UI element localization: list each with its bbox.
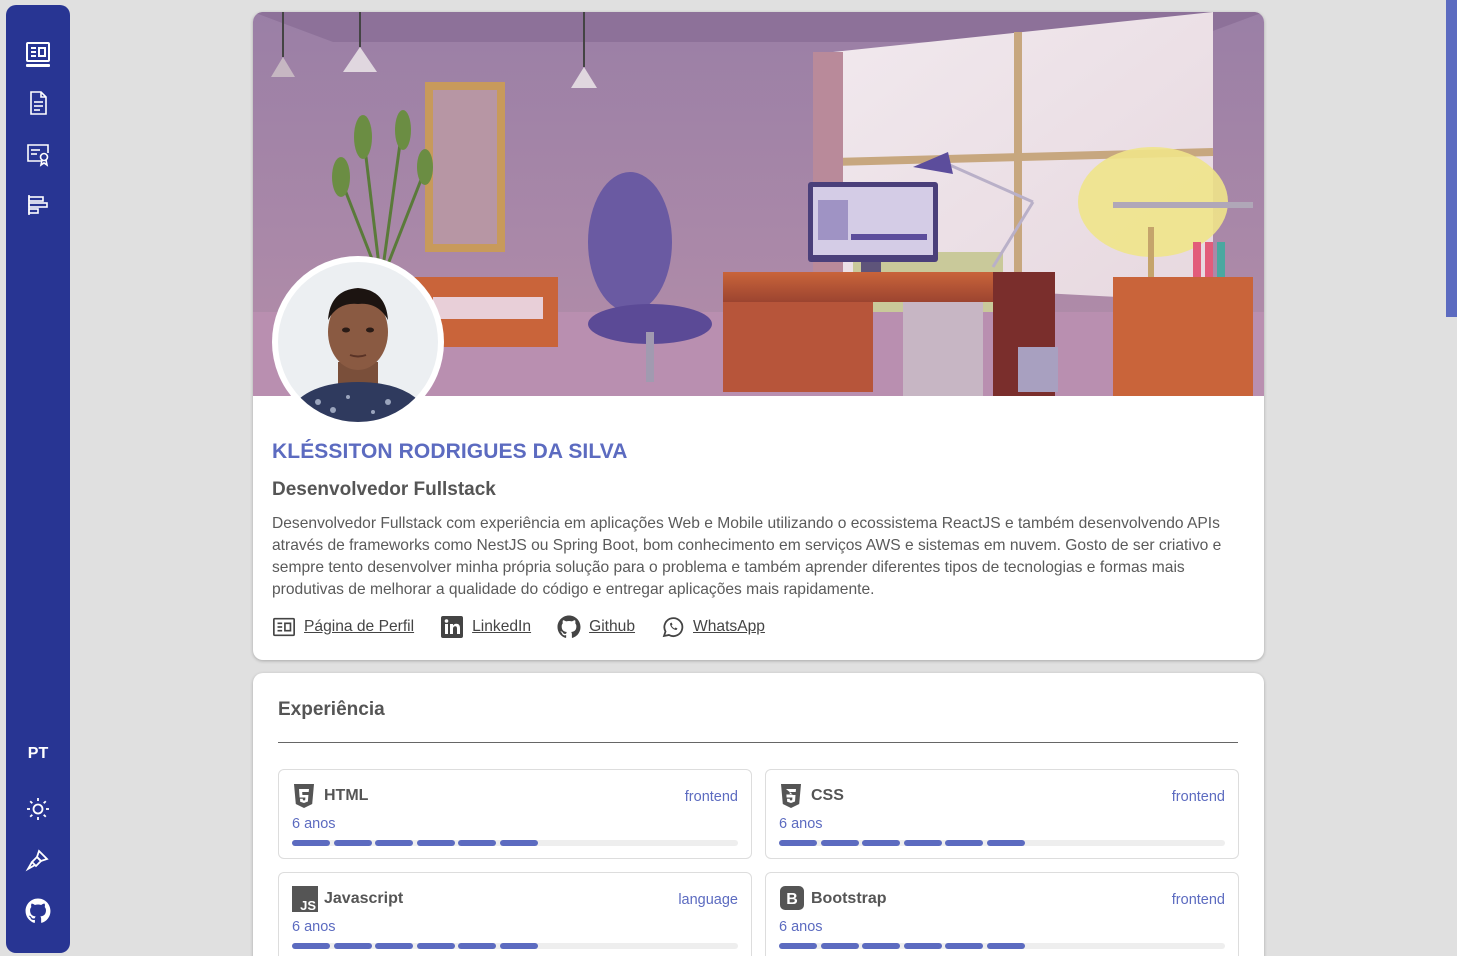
skill-level-segment: [333, 840, 372, 846]
sidebar-item-skills[interactable]: [6, 187, 70, 223]
svg-text:JS: JS: [300, 898, 316, 912]
skill-level-segment: [987, 943, 1025, 949]
skill-level-segment: [779, 840, 817, 846]
sidebar: PT: [6, 5, 70, 953]
experience-title: Experiência: [278, 699, 385, 720]
document-icon: [30, 91, 47, 115]
skill-level-segment: [500, 840, 538, 846]
skill-category: frontend: [1171, 789, 1225, 805]
github-link[interactable]: Github: [557, 615, 635, 639]
profile-page-link-label: Página de Perfil: [304, 618, 415, 635]
skill-level-bar: [779, 840, 1225, 846]
color-theme-button[interactable]: [6, 842, 70, 878]
sidebar-item-resume[interactable]: [6, 85, 70, 121]
skill-level-segment: [333, 943, 372, 949]
profile-card-icon: [273, 617, 295, 637]
page-scrollbar[interactable]: [1446, 0, 1457, 956]
github-icon: [557, 615, 581, 638]
javascript-icon: JS: [292, 886, 318, 912]
scrollbar-thumb[interactable]: [1446, 0, 1457, 317]
skill-level-segment: [945, 840, 984, 846]
skill-name: Javascript: [324, 890, 404, 907]
skill-level-segment: [375, 840, 414, 846]
skill-card-bootstrap[interactable]: B Bootstrap frontend 6 anos: [765, 872, 1239, 956]
profile-name: KLÉSSITON RODRIGUES DA SILVA: [272, 440, 628, 463]
active-indicator: [26, 64, 50, 67]
github-repo-button[interactable]: [6, 893, 70, 929]
bar-chart-icon: [28, 195, 48, 215]
profile-bio: Desenvolvedor Fullstack com experiência …: [272, 515, 1222, 598]
skill-level-segment: [500, 943, 538, 949]
sun-icon: [27, 798, 49, 820]
profile-role: Desenvolvedor Fullstack: [272, 479, 496, 500]
skill-level-segment: [375, 943, 414, 949]
skill-level-segment: [820, 943, 859, 949]
skill-level-segment: [779, 943, 817, 949]
css3-icon: [781, 784, 801, 808]
skill-category: frontend: [1171, 892, 1225, 908]
skill-level-segment: [945, 943, 984, 949]
skill-level-bar: [292, 943, 738, 949]
linkedin-link-label: LinkedIn: [472, 618, 532, 635]
avatar: [272, 256, 444, 428]
paint-brush-icon: [25, 849, 49, 872]
divider: [278, 742, 1238, 743]
svg-text:B: B: [786, 891, 798, 908]
whatsapp-link-label: WhatsApp: [693, 618, 765, 635]
linkedin-link[interactable]: LinkedIn: [440, 615, 531, 639]
experience-card: Experiência HTML frontend 6 anos CSS fro…: [253, 673, 1264, 956]
skill-card-javascript[interactable]: JS Javascript language 6 anos: [278, 872, 752, 956]
skill-name: CSS: [811, 787, 844, 804]
skill-level-segment: [416, 840, 455, 846]
skill-level-segment: [292, 943, 330, 949]
skill-level-segment: [458, 943, 497, 949]
skill-card-css[interactable]: CSS frontend 6 anos: [765, 769, 1239, 859]
github-link-label: Github: [589, 618, 636, 635]
skill-level-segment: [862, 840, 901, 846]
bootstrap-icon: B: [780, 886, 804, 910]
skill-level-segment: [458, 840, 497, 846]
skill-level-bar: [779, 943, 1225, 949]
skill-card-html[interactable]: HTML frontend 6 anos: [278, 769, 752, 859]
skill-level-segment: [292, 840, 330, 846]
skill-level-segment: [416, 943, 455, 949]
profile-card: KLÉSSITON RODRIGUES DA SILVA Desenvolved…: [253, 12, 1264, 660]
sidebar-item-certificates[interactable]: [6, 136, 70, 172]
skill-level-segment: [820, 840, 859, 846]
skill-level-segment: [903, 840, 942, 846]
skill-level-segment: [903, 943, 942, 949]
skill-years: 6 anos: [292, 816, 336, 832]
skill-years: 6 anos: [779, 919, 823, 935]
theme-toggle-button[interactable]: [6, 791, 70, 827]
profile-card-icon: [26, 42, 50, 62]
skill-category: frontend: [684, 789, 738, 805]
certificate-icon: [27, 144, 49, 167]
skill-name: HTML: [324, 787, 369, 804]
skill-category: language: [678, 892, 738, 908]
skill-level-segment: [862, 943, 901, 949]
whatsapp-icon: [662, 617, 684, 638]
html5-icon: [294, 784, 314, 808]
skill-years: 6 anos: [292, 919, 336, 935]
github-icon: [25, 898, 51, 923]
language-toggle[interactable]: PT: [6, 745, 70, 763]
skill-level-segment: [987, 840, 1025, 846]
skill-level-bar: [292, 840, 738, 846]
profile-page-link[interactable]: Página de Perfil: [272, 615, 414, 639]
whatsapp-link[interactable]: WhatsApp: [661, 615, 765, 639]
skill-years: 6 anos: [779, 816, 823, 832]
linkedin-icon: [441, 616, 464, 638]
skill-name: Bootstrap: [811, 890, 887, 907]
profile-links: Página de Perfil LinkedIn Github WhatsAp…: [272, 615, 791, 639]
